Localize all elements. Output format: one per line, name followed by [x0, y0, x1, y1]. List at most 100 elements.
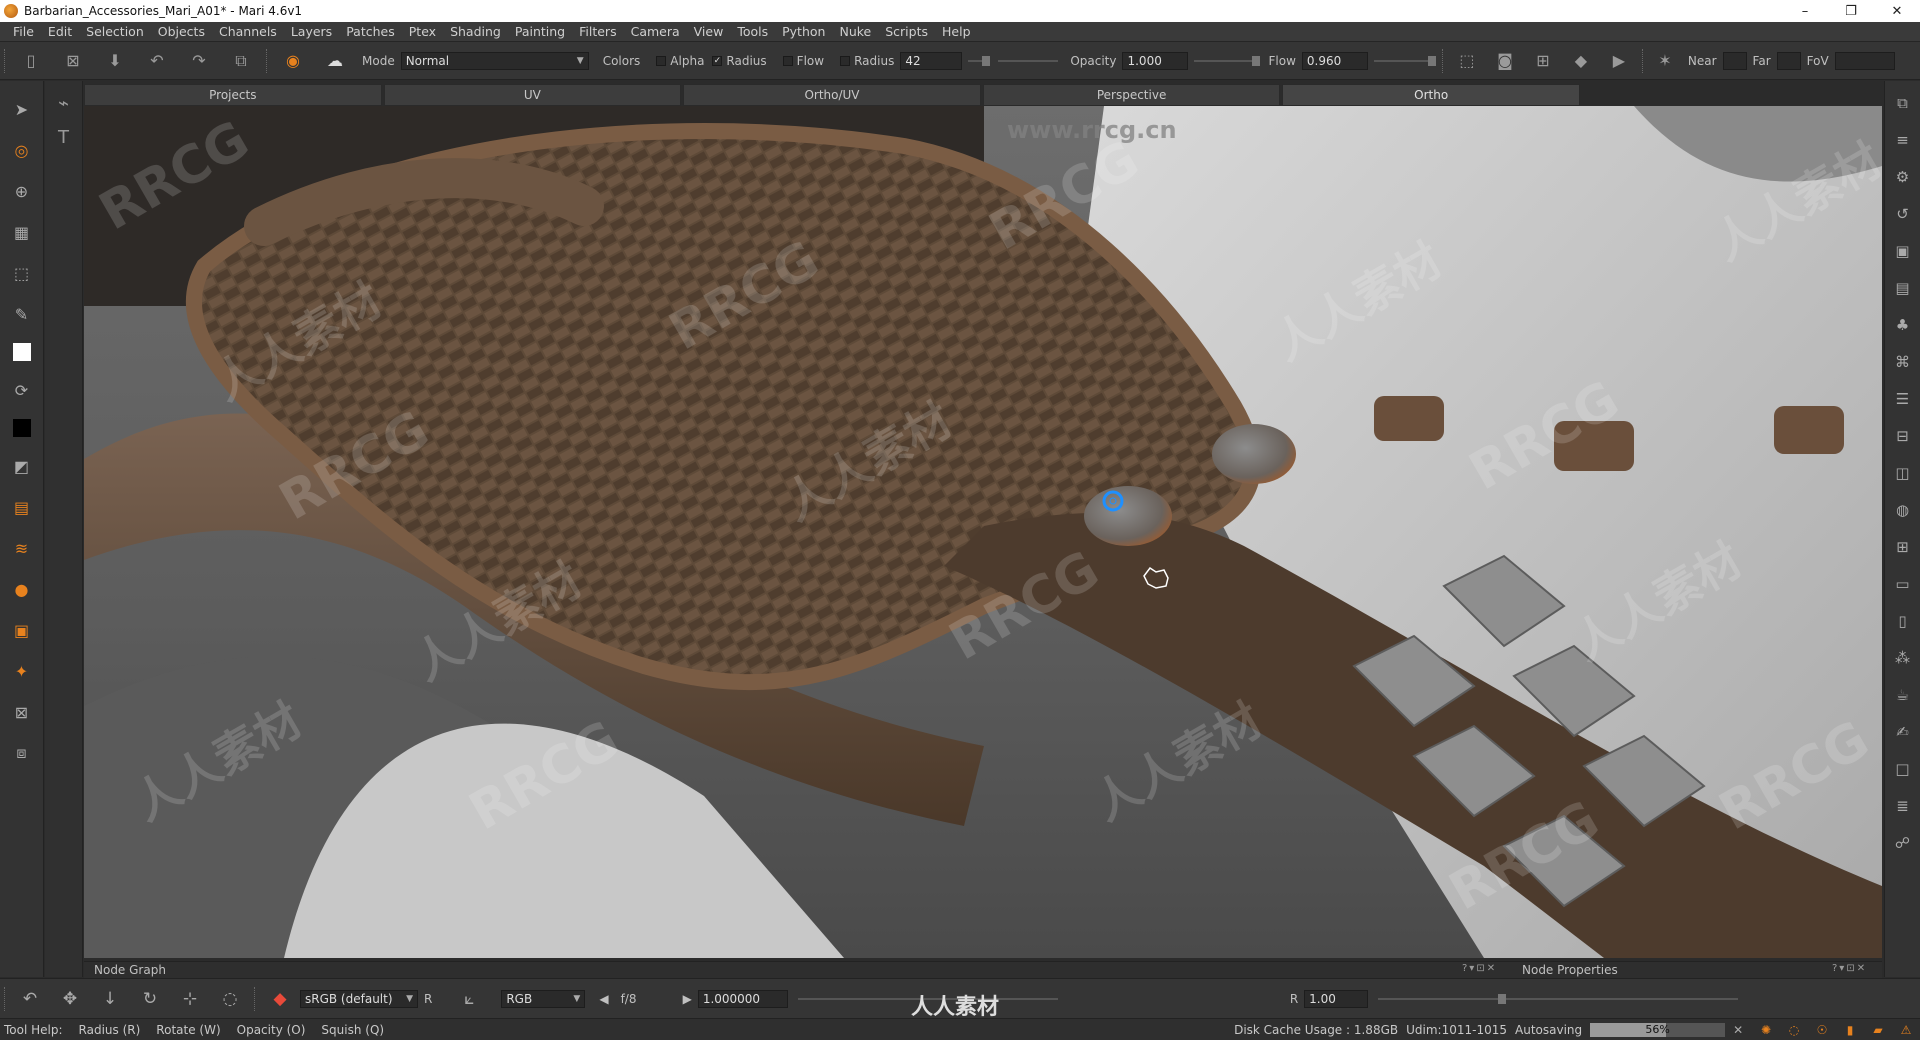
palette-toggle-icon[interactable]: ⧉ — [1891, 91, 1915, 115]
menu-file[interactable]: File — [6, 24, 41, 39]
tool-properties-icon[interactable]: ☰ — [1891, 387, 1915, 411]
menu-edit[interactable]: Edit — [41, 24, 79, 39]
maximize-button[interactable]: ❐ — [1828, 0, 1874, 22]
image-manager-icon[interactable]: ▣ — [1891, 239, 1915, 263]
cpu-icon[interactable]: ✺ — [1758, 1022, 1774, 1038]
text-tool-icon[interactable]: T — [52, 125, 76, 149]
rotate-icon[interactable]: ↻ — [139, 988, 161, 1010]
menu-selection[interactable]: Selection — [79, 24, 151, 39]
projection-icon[interactable]: ▣ — [10, 618, 34, 642]
marquee-select-icon[interactable]: ⬚ — [10, 261, 34, 285]
channel-dropdown[interactable]: RGB ▼ — [501, 989, 586, 1008]
down-arrow-icon[interactable]: ↓ — [99, 988, 121, 1010]
shaders-icon[interactable]: ⊞ — [1891, 535, 1915, 559]
transform-icon[interactable]: ⊹ — [179, 988, 201, 1010]
undo-view-icon[interactable]: ↶ — [19, 988, 41, 1010]
select-arrow-icon[interactable]: ➤ — [10, 97, 34, 121]
menu-tools[interactable]: Tools — [730, 24, 775, 39]
radius-checkbox[interactable]: ✓ — [712, 55, 723, 66]
menu-scripts[interactable]: Scripts — [878, 24, 935, 39]
toolbar-grip[interactable] — [4, 986, 6, 1011]
tab-ortho-uv[interactable]: Ortho/UV — [683, 84, 981, 106]
history-icon[interactable]: ↺ — [1891, 202, 1915, 226]
3d-viewport[interactable]: www.rrcg.cn RRCG 人人素材 RRCG 人人素材 RRCG RRC… — [84, 106, 1882, 958]
opacity-field[interactable]: 1.000 — [1122, 51, 1189, 70]
near-field[interactable] — [1722, 51, 1747, 70]
patch-grid-icon[interactable]: ▦ — [10, 220, 34, 244]
play-icon[interactable]: ▶ — [1608, 50, 1630, 72]
menu-painting[interactable]: Painting — [508, 24, 572, 39]
default-colors-icon[interactable]: ◩ — [10, 454, 34, 478]
menu-ptex[interactable]: Ptex — [402, 24, 443, 39]
light-icon[interactable]: ✶ — [1654, 50, 1676, 72]
tab-perspective[interactable]: Perspective — [982, 84, 1281, 106]
settings-gear-icon[interactable]: ⚙ — [1891, 165, 1915, 189]
nodes-icon[interactable]: ☍ — [1891, 831, 1915, 855]
lut-icon[interactable]: ⟀ — [458, 988, 480, 1010]
wireframe-icon[interactable]: ⬚ — [1456, 50, 1478, 72]
menu-camera[interactable]: Camera — [624, 24, 687, 39]
gpu-icon[interactable]: ◌ — [1786, 1022, 1802, 1038]
mode-dropdown[interactable]: Normal ▼ — [400, 51, 589, 70]
colorspace-dropdown[interactable]: sRGB (default) ▼ — [300, 989, 418, 1008]
node-graph-panel-title[interactable]: Node Graph — [94, 963, 166, 977]
brushes-icon[interactable]: ▯ — [1891, 609, 1915, 633]
viewer-icon[interactable]: ▭ — [1891, 572, 1915, 596]
node-graph-panel-controls[interactable]: ?▾⊡✕ — [1462, 963, 1497, 974]
fstop-next-icon[interactable]: ▶ — [683, 992, 692, 1006]
redo-icon[interactable]: ↷ — [188, 50, 210, 72]
fstop-prev-icon[interactable]: ◀ — [599, 992, 608, 1006]
bars-icon[interactable]: ▮ — [1842, 1022, 1858, 1038]
camera-icon[interactable]: ◙ — [1494, 50, 1516, 72]
grid-icon[interactable]: ⊞ — [1532, 50, 1554, 72]
menu-python[interactable]: Python — [775, 24, 832, 39]
stack-icon[interactable]: ≣ — [1891, 794, 1915, 818]
fov-field[interactable] — [1834, 51, 1895, 70]
radius-slider[interactable] — [968, 55, 991, 66]
paint-brush-icon[interactable]: ✍ — [1891, 720, 1915, 744]
undo-icon[interactable]: ↶ — [146, 50, 168, 72]
minimize-button[interactable]: – — [1782, 0, 1828, 22]
brush-target-icon[interactable]: ◉ — [282, 50, 304, 72]
brush-preset-icon[interactable]: ☁ — [324, 50, 346, 72]
menu-view[interactable]: View — [687, 24, 731, 39]
cancel-autosave-icon[interactable]: ✕ — [1733, 1023, 1743, 1037]
far-field[interactable] — [1776, 51, 1801, 70]
tab-ortho[interactable]: Ortho — [1282, 84, 1580, 106]
flow-field[interactable]: 0.960 — [1301, 51, 1368, 70]
move-icon[interactable]: ✥ — [59, 988, 81, 1010]
radius-field[interactable]: 42 — [900, 51, 963, 70]
menu-objects[interactable]: Objects — [151, 24, 212, 39]
zoom-icon[interactable]: ⊕ — [10, 179, 34, 203]
opacity-slider[interactable] — [1194, 55, 1261, 66]
memory-icon[interactable]: ☉ — [1814, 1022, 1830, 1038]
gamma-slider[interactable] — [1378, 993, 1739, 1004]
radius-slider-track[interactable] — [998, 59, 1059, 62]
node-properties-panel-title[interactable]: Node Properties — [1522, 963, 1618, 977]
alpha-checkbox[interactable] — [656, 55, 667, 66]
r-toggle[interactable]: R — [424, 992, 432, 1006]
sphere-shader-icon[interactable]: ● — [10, 577, 34, 601]
swap-colors-icon[interactable]: ⟳ — [10, 378, 34, 402]
snapshot-icon[interactable]: ⧉ — [230, 50, 252, 72]
clear-buffer-icon[interactable]: ⊠ — [10, 700, 34, 724]
colors-palette-icon[interactable]: ◍ — [1891, 498, 1915, 522]
channels-icon[interactable]: ▤ — [1891, 276, 1915, 300]
close-button[interactable]: ✕ — [1874, 0, 1920, 22]
eraser-icon[interactable]: ⌁ — [52, 91, 76, 115]
menu-patches[interactable]: Patches — [339, 24, 402, 39]
radius-pressure-checkbox[interactable] — [840, 55, 851, 66]
menu-help[interactable]: Help — [935, 24, 978, 39]
brush-icon[interactable]: ✎ — [10, 302, 34, 326]
patches-icon[interactable]: ⁂ — [1891, 646, 1915, 670]
exposure-field[interactable]: 1.000000 — [697, 989, 788, 1008]
close-project-icon[interactable]: ⊠ — [62, 50, 84, 72]
menu-channels[interactable]: Channels — [212, 24, 284, 39]
gamma-field[interactable]: 1.00 — [1304, 989, 1369, 1008]
new-file-icon[interactable]: ▯ — [20, 50, 42, 72]
menu-shading[interactable]: Shading — [443, 24, 508, 39]
background-color-swatch[interactable] — [12, 419, 31, 437]
window-icon[interactable]: □ — [1891, 757, 1915, 781]
shelf-icon[interactable]: ⌘ — [1891, 350, 1915, 374]
flow-checkbox[interactable] — [782, 55, 793, 66]
